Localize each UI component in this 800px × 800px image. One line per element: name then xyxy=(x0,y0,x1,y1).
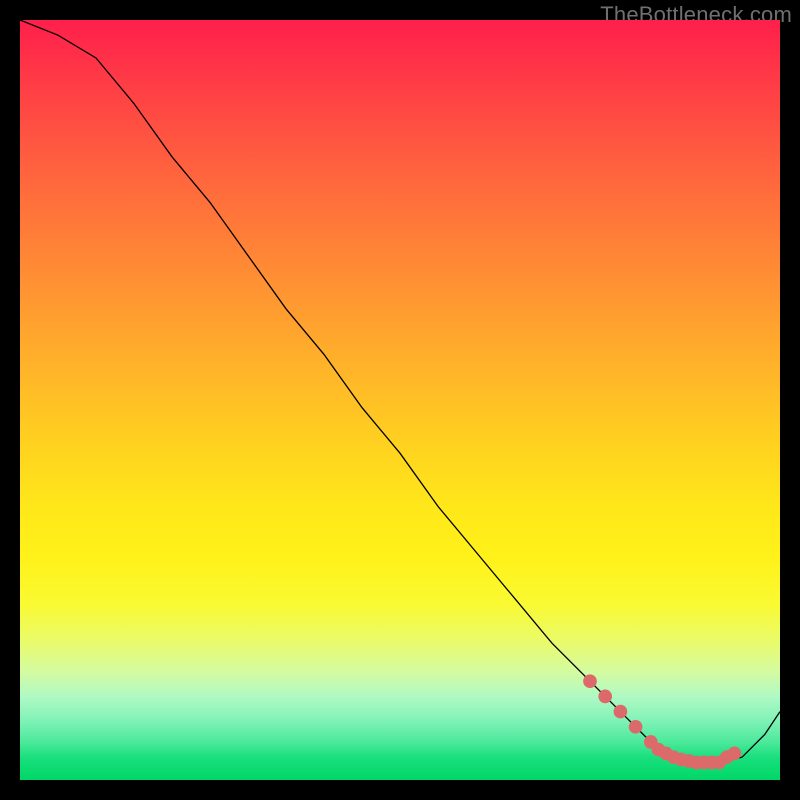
highlight-point xyxy=(583,674,597,688)
highlight-point xyxy=(614,705,628,719)
highlight-point xyxy=(728,747,742,761)
highlight-point xyxy=(598,690,612,704)
highlight-point xyxy=(629,720,643,734)
gradient-plot-area xyxy=(20,20,780,780)
bottleneck-curve xyxy=(20,20,780,763)
chart-frame: TheBottleneck.com xyxy=(0,0,800,800)
curve-svg xyxy=(20,20,780,780)
highlight-points-group xyxy=(583,674,741,769)
